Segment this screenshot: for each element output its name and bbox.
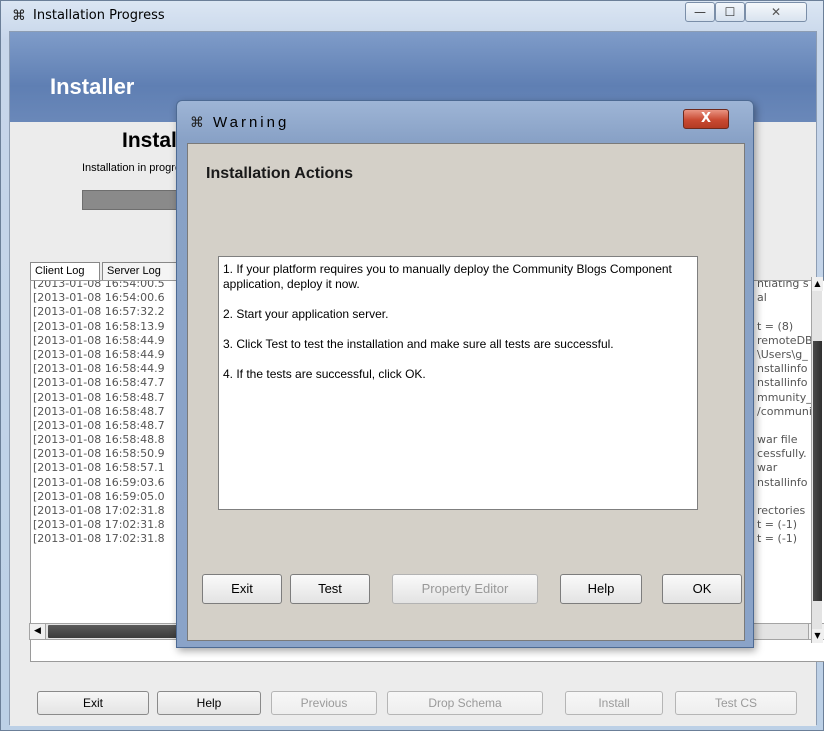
- log-line-timestamp: [2013-01-08 16:58:50.9: [33, 447, 165, 461]
- dialog-button-bar: Exit Test Property Editor Help OK: [188, 574, 744, 606]
- previous-button[interactable]: Previous: [271, 691, 377, 715]
- log-line-timestamp: [2013-01-08 17:02:31.8: [33, 532, 165, 546]
- tab-server-log[interactable]: Server Log: [102, 262, 184, 280]
- exit-button[interactable]: Exit: [37, 691, 149, 715]
- installer-logo-icon: ⌘: [190, 115, 204, 131]
- dialog-exit-button[interactable]: Exit: [202, 574, 282, 604]
- log-line-timestamp: [2013-01-08 16:58:44.9: [33, 347, 165, 361]
- log-line-timestamp: [2013-01-08 16:59:03.6: [33, 475, 165, 489]
- log-line-timestamp: [2013-01-08 17:02:31.8: [33, 504, 165, 517]
- page-title: Installation Progress: [122, 129, 180, 152]
- test-cs-button[interactable]: Test CS: [675, 691, 797, 715]
- log-line-timestamp: [2013-01-08 16:58:44.9: [33, 333, 165, 347]
- dialog-body: Installation Actions 1. If your platform…: [187, 143, 745, 641]
- log-line-timestamp: [2013-01-08 16:58:47.7: [33, 376, 165, 390]
- window-title: Installation Progress: [33, 8, 165, 23]
- maximize-button[interactable]: ☐: [715, 2, 745, 22]
- title-bar[interactable]: ⌘ Installation Progress — ☐ ✕: [1, 1, 823, 31]
- property-editor-button[interactable]: Property Editor: [392, 574, 538, 604]
- dialog-test-button[interactable]: Test: [290, 574, 370, 604]
- log-line-timestamp: [2013-01-08 16:58:48.7: [33, 390, 165, 404]
- tab-client-log[interactable]: Client Log: [30, 262, 100, 280]
- vertical-scrollbar[interactable]: ▲ ▼: [811, 277, 823, 643]
- dialog-close-button[interactable]: X: [683, 109, 729, 129]
- installer-logo-icon: ⌘: [12, 8, 26, 24]
- instruction-step-2: 2. Start your application server.: [223, 307, 389, 321]
- log-line-timestamp: [2013-01-08 16:59:05.0: [33, 489, 165, 503]
- scroll-down-icon[interactable]: ▼: [812, 629, 823, 643]
- log-line-timestamp: [2013-01-08 16:58:44.9: [33, 362, 165, 376]
- progress-fill: [83, 191, 183, 209]
- dialog-heading: Installation Actions: [206, 165, 353, 182]
- log-line-timestamp: [2013-01-08 16:58:13.9: [33, 319, 165, 333]
- log-line-timestamp: [2013-01-08 16:58:48.7: [33, 404, 165, 418]
- log-timestamps: [2013-01-08 16:54:00.5 [2013-01-08 16:54:…: [33, 280, 188, 547]
- vertical-scroll-thumb[interactable]: [813, 341, 822, 601]
- scroll-left-icon[interactable]: ◀: [30, 624, 46, 639]
- instruction-step-4: 4. If the tests are successful, click OK…: [223, 367, 426, 381]
- log-line-timestamp: [2013-01-08 16:58:48.7: [33, 418, 165, 432]
- log-line-timestamp: [2013-01-08 16:58:48.8: [33, 433, 165, 447]
- minimize-button[interactable]: —: [685, 2, 715, 22]
- header-title: Installer: [50, 74, 135, 99]
- scroll-up-icon[interactable]: ▲: [812, 277, 823, 291]
- log-line-timestamp: [2013-01-08 16:54:00.5: [33, 280, 165, 290]
- install-button[interactable]: Install: [565, 691, 663, 715]
- help-button[interactable]: Help: [157, 691, 261, 715]
- footer-button-bar: Exit Help Previous Drop Schema Install T…: [1, 691, 823, 741]
- instruction-step-1: 1. If your platform requires you to manu…: [223, 262, 672, 291]
- log-line-timestamp: [2013-01-08 16:54:00.6: [33, 291, 165, 305]
- close-button[interactable]: ✕: [745, 2, 807, 22]
- dialog-title: Warning: [213, 114, 290, 131]
- status-text: Installation in progress: [82, 162, 180, 174]
- progress-bar: [82, 190, 184, 210]
- log-line-timestamp: [2013-01-08 17:02:31.8: [33, 518, 165, 532]
- instructions-textbox[interactable]: 1. If your platform requires you to manu…: [218, 256, 698, 510]
- warning-dialog: ⌘ Warning X Installation Actions 1. If y…: [176, 100, 754, 648]
- ok-button[interactable]: OK: [662, 574, 742, 604]
- drop-schema-button[interactable]: Drop Schema: [387, 691, 543, 715]
- dialog-help-button[interactable]: Help: [560, 574, 642, 604]
- log-line-timestamp: [2013-01-08 16:58:57.1: [33, 461, 165, 475]
- instruction-step-3: 3. Click Test to test the installation a…: [223, 337, 614, 351]
- log-line-timestamp: [2013-01-08 16:57:32.2: [33, 305, 165, 319]
